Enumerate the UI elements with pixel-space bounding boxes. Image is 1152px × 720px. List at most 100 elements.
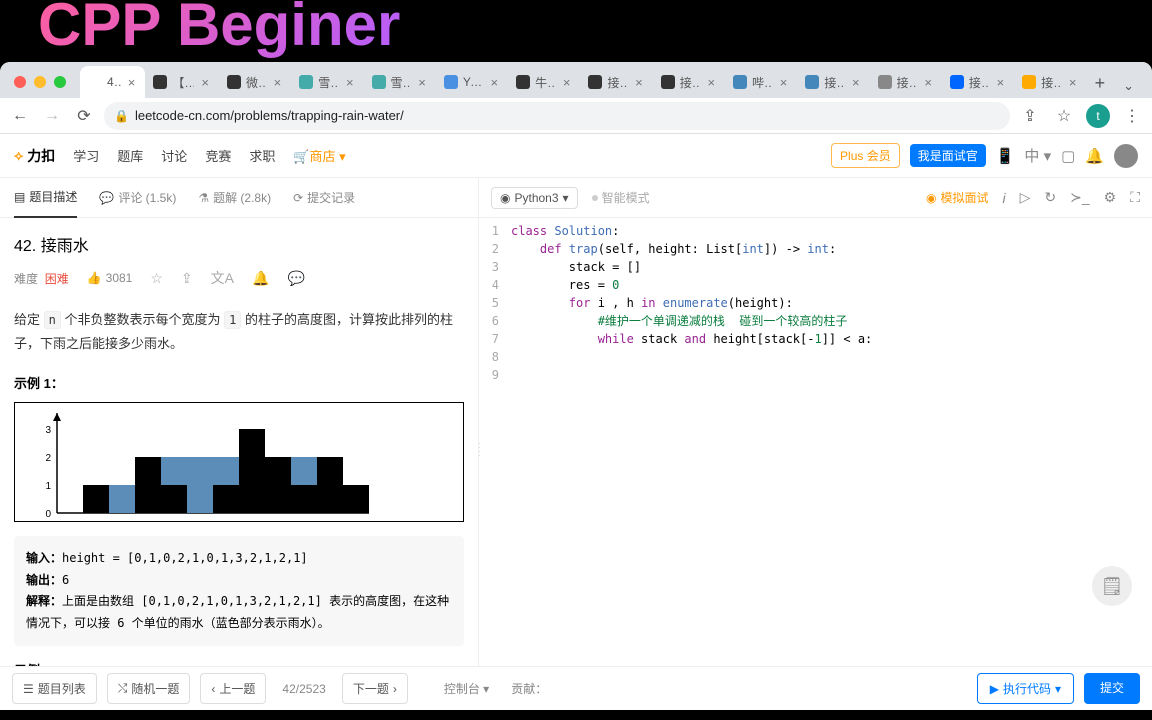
- tab-close-icon[interactable]: ×: [922, 75, 934, 90]
- tab-close-icon[interactable]: ×: [633, 75, 645, 90]
- tab-title: 接雨: [607, 74, 628, 91]
- svg-text:1: 1: [45, 481, 51, 492]
- share-icon[interactable]: ⇪: [1018, 104, 1042, 128]
- close-window-button[interactable]: [14, 76, 26, 88]
- language-selector[interactable]: ◉ Python3 ▾: [491, 187, 578, 209]
- browser-tab[interactable]: 接雨×: [870, 66, 942, 98]
- nav-jobs[interactable]: 求职: [249, 146, 275, 165]
- nav-learn[interactable]: 学习: [73, 146, 99, 165]
- like-button[interactable]: 👍 3081: [87, 271, 133, 285]
- nav-problems[interactable]: 题库: [117, 146, 143, 165]
- tab-close-icon[interactable]: ×: [126, 75, 138, 90]
- tab-close-icon[interactable]: ×: [272, 75, 284, 90]
- tab-overflow-button[interactable]: ⌄: [1113, 74, 1144, 98]
- split-handle[interactable]: ····: [478, 442, 481, 458]
- browser-tabbar: 42.×【20×微软×雪球×雪球×Yu 2×牛客×接雨×接雨×哔哩×接雨×接雨×…: [0, 62, 1152, 98]
- favorite-icon[interactable]: ☆: [150, 270, 163, 287]
- feedback-icon[interactable]: 💬: [287, 270, 304, 287]
- info-icon[interactable]: i: [1002, 190, 1005, 206]
- random-button[interactable]: ⤭ 随机一题: [107, 673, 191, 704]
- language-toggle[interactable]: 中 ▾: [1024, 145, 1051, 166]
- browser-tab[interactable]: 接雨×: [653, 66, 725, 98]
- reload-button[interactable]: ⟳: [72, 104, 96, 128]
- run-code-button[interactable]: ▶ 执行代码 ▾: [977, 673, 1074, 704]
- notify-icon[interactable]: 🔔: [252, 270, 269, 287]
- phone-icon[interactable]: 📱: [996, 147, 1015, 165]
- browser-tab[interactable]: 【20×: [145, 66, 219, 98]
- tab-favicon: [227, 75, 241, 89]
- nav-shop[interactable]: 🛒商店 ▾: [293, 146, 345, 165]
- browser-menu-icon[interactable]: ⋮: [1120, 104, 1144, 128]
- terminal-icon[interactable]: ≻_: [1070, 189, 1090, 206]
- browser-tab[interactable]: 42.×: [80, 66, 145, 98]
- leetcode-logo[interactable]: ⟡力扣: [14, 146, 55, 166]
- run-flag-icon[interactable]: ▷: [1020, 189, 1031, 206]
- tab-close-icon[interactable]: ×: [1067, 75, 1079, 90]
- tab-close-icon[interactable]: ×: [705, 75, 717, 90]
- tab-close-icon[interactable]: ×: [778, 75, 790, 90]
- browser-tab[interactable]: 接雨×: [1014, 66, 1086, 98]
- example-chart: 0123: [14, 402, 464, 522]
- browser-tab[interactable]: 雪球×: [364, 66, 436, 98]
- maximize-window-button[interactable]: [54, 76, 66, 88]
- browser-tab[interactable]: 接雨 ×: [580, 66, 652, 98]
- example1-block: 输入：height = [0,1,0,2,1,0,1,3,2,1,2,1] 输出…: [14, 536, 464, 646]
- tab-close-icon[interactable]: ×: [489, 75, 501, 90]
- browser-tab[interactable]: 接雨×: [797, 66, 869, 98]
- fullscreen-icon[interactable]: ⛶: [1130, 189, 1140, 206]
- browser-tab[interactable]: 雪球×: [291, 66, 363, 98]
- next-button[interactable]: 下一题 ›: [342, 673, 408, 704]
- tab-submissions[interactable]: ⟳ 提交记录: [293, 189, 355, 206]
- prev-button[interactable]: ‹ 上一题: [200, 673, 266, 704]
- nav-contest[interactable]: 竞赛: [205, 146, 231, 165]
- tab-title: Yu 2: [463, 75, 484, 89]
- overlay-title: CPP Beginer: [38, 0, 400, 59]
- back-button[interactable]: ←: [8, 104, 32, 128]
- tab-close-icon[interactable]: ×: [995, 75, 1007, 90]
- mock-interview-button[interactable]: ◉ 模拟面试: [926, 189, 989, 206]
- new-tab-button[interactable]: +: [1087, 69, 1114, 98]
- browser-tab[interactable]: Yu 2 ×: [436, 66, 508, 98]
- code-editor[interactable]: 1class Solution:2 def trap(self, height:…: [479, 218, 1152, 388]
- user-avatar[interactable]: [1114, 144, 1138, 168]
- tab-favicon: [805, 75, 819, 89]
- minimize-window-button[interactable]: [34, 76, 46, 88]
- url-field[interactable]: 🔒 leetcode-cn.com/problems/trapping-rain…: [104, 102, 1010, 130]
- example1-label: 示例 1：: [14, 373, 464, 392]
- playground-icon[interactable]: ▢: [1061, 147, 1075, 165]
- notifications-icon[interactable]: 🔔: [1085, 147, 1104, 165]
- tab-close-icon[interactable]: ×: [344, 75, 356, 90]
- problem-subnav: ▤ 题目描述 💬 评论 (1.5k) ⚗ 题解 (2.8k) ⟳ 提交记录 ◉ …: [0, 178, 1152, 218]
- tab-solutions[interactable]: ⚗ 题解 (2.8k): [198, 189, 271, 206]
- interviewer-button[interactable]: 我是面试官: [910, 144, 986, 167]
- browser-tab[interactable]: 牛客×: [508, 66, 580, 98]
- tab-close-icon[interactable]: ×: [850, 75, 862, 90]
- forward-button[interactable]: →: [40, 104, 64, 128]
- browser-tab[interactable]: 接雨×: [942, 66, 1014, 98]
- window-controls: [14, 76, 66, 88]
- reset-icon[interactable]: ↻: [1044, 189, 1056, 206]
- tab-close-icon[interactable]: ×: [416, 75, 428, 90]
- svg-text:3: 3: [45, 425, 51, 436]
- browser-tab[interactable]: 微软×: [219, 66, 291, 98]
- tab-close-icon[interactable]: ×: [199, 75, 211, 90]
- nav-discuss[interactable]: 讨论: [161, 146, 187, 165]
- bookmark-icon[interactable]: ☆: [1052, 104, 1076, 128]
- settings-icon[interactable]: ⚙: [1104, 189, 1117, 206]
- leetcode-header: ⟡力扣 学习 题库 讨论 竞赛 求职 🛒商店 ▾ Plus 会员 我是面试官 📱…: [0, 134, 1152, 178]
- submit-button[interactable]: 提交: [1084, 673, 1140, 704]
- plus-member-button[interactable]: Plus 会员: [831, 143, 900, 168]
- notes-fab[interactable]: 🗒: [1092, 566, 1132, 606]
- tab-description[interactable]: ▤ 题目描述: [14, 178, 77, 218]
- tab-close-icon[interactable]: ×: [561, 75, 573, 90]
- console-toggle[interactable]: 控制台 ▾: [438, 680, 495, 697]
- contribute-label: 贡献：: [505, 680, 553, 697]
- browser-tab[interactable]: 哔哩 ×: [725, 66, 797, 98]
- smart-mode-toggle[interactable]: 智能模式: [592, 189, 650, 206]
- share-icon[interactable]: ⇪: [181, 270, 193, 287]
- translate-icon[interactable]: 文A: [211, 268, 234, 288]
- problem-list-button[interactable]: ☰ 题目列表: [12, 673, 97, 704]
- tab-comments[interactable]: 💬 评论 (1.5k): [99, 189, 176, 206]
- tab-title: 哔哩: [752, 74, 773, 91]
- profile-avatar[interactable]: t: [1086, 104, 1110, 128]
